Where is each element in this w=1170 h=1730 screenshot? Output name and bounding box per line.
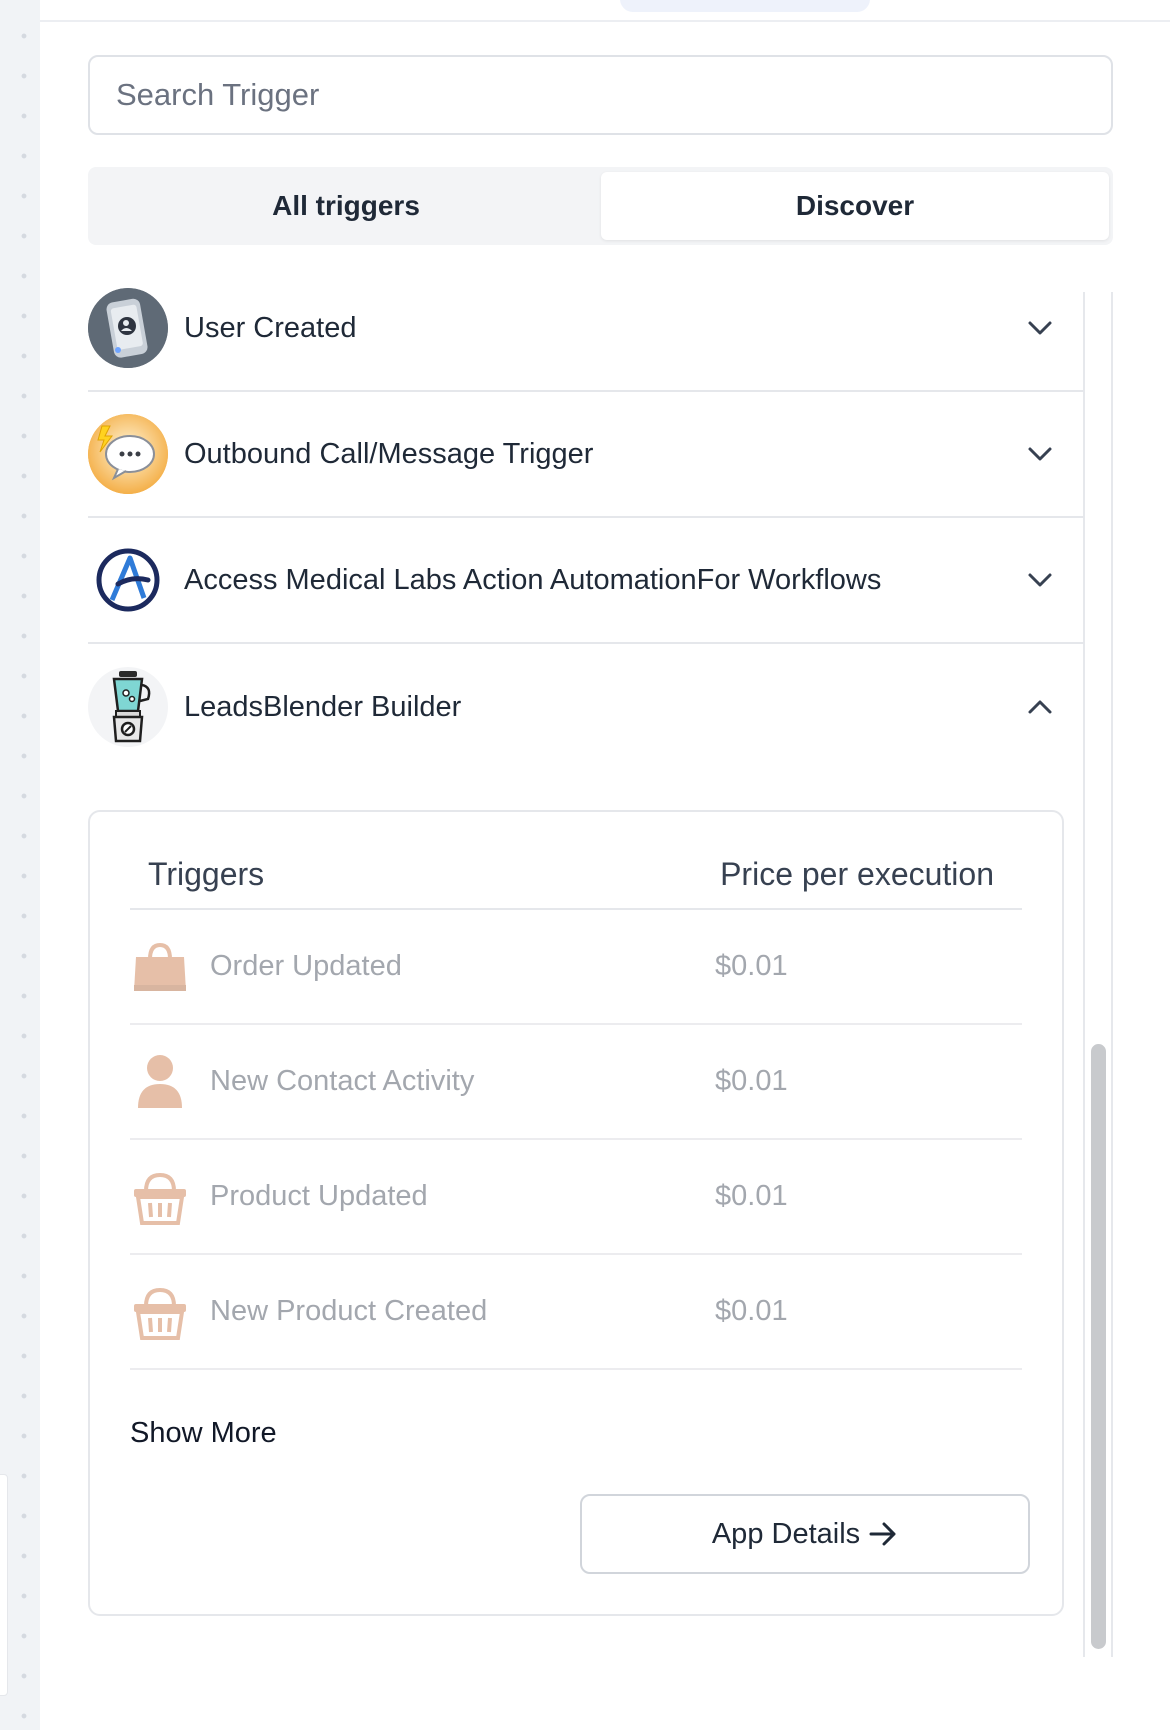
trigger-name: New Product Created (210, 1295, 488, 1327)
list-scrollbar-thumb[interactable] (1091, 1044, 1106, 1649)
chevron-down-icon[interactable] (1020, 560, 1060, 600)
shopping-bag-icon (134, 942, 186, 991)
column-header-price: Price per execution (720, 855, 994, 892)
list-scrollbar-track[interactable] (1083, 292, 1113, 1657)
arrow-right-icon (869, 1522, 896, 1546)
app-details-button[interactable]: App Details (580, 1494, 1030, 1574)
show-more-link[interactable]: Show More (130, 1417, 277, 1450)
chevron-down-icon[interactable] (1020, 308, 1060, 348)
canvas-node-card[interactable] (0, 1474, 8, 1696)
app-row-access-medical-labs[interactable]: Access Medical Labs Action AutomationFor… (88, 518, 1084, 644)
trigger-price: $0.01 (715, 1065, 788, 1097)
chat-bubble-lightning-logo (88, 414, 168, 494)
blender-logo (88, 667, 168, 747)
app-trigger-details-card: Triggers Price per execution Order Updat… (88, 810, 1064, 1616)
top-bar-tab[interactable] (620, 0, 870, 12)
basket-icon (134, 1287, 186, 1340)
app-name: Outbound Call/Message Trigger (184, 437, 594, 470)
app-row-outbound-call-message[interactable]: Outbound Call/Message Trigger (88, 392, 1084, 518)
search-trigger-input[interactable] (88, 55, 1113, 135)
trigger-tabs: All triggers Discover (88, 167, 1113, 245)
phone-user-logo (88, 288, 168, 368)
trigger-row-new-product-created[interactable]: New Product Created $0.01 (130, 1255, 1022, 1370)
trigger-name: Order Updated (210, 950, 402, 982)
triggers-table-header: Triggers Price per execution (130, 840, 1022, 910)
basket-icon (134, 1172, 186, 1225)
trigger-name: New Contact Activity (210, 1065, 475, 1097)
app-row-user-created[interactable]: User Created (88, 266, 1084, 392)
person-icon (138, 1054, 182, 1108)
top-bar (40, 0, 1170, 22)
tab-discover[interactable]: Discover (601, 172, 1109, 240)
column-header-triggers: Triggers (148, 855, 265, 892)
app-row-leadsblender-builder[interactable]: LeadsBlender Builder (88, 644, 1084, 770)
letter-a-circle-logo (88, 540, 168, 620)
chevron-up-icon[interactable] (1020, 687, 1060, 727)
trigger-price: $0.01 (715, 1180, 788, 1212)
trigger-price: $0.01 (715, 1295, 788, 1327)
app-name: User Created (184, 311, 357, 344)
trigger-picker-panel: All triggers Discover User Created (40, 22, 1170, 1730)
app-name: Access Medical Labs Action AutomationFor… (184, 563, 882, 596)
chevron-down-icon[interactable] (1020, 434, 1060, 474)
trigger-row-product-updated[interactable]: Product Updated $0.01 (130, 1140, 1022, 1255)
trigger-row-new-contact-activity[interactable]: New Contact Activity $0.01 (130, 1025, 1022, 1140)
app-details-label: App Details (711, 1517, 861, 1550)
app-name: LeadsBlender Builder (184, 690, 462, 723)
trigger-row-order-updated[interactable]: Order Updated $0.01 (130, 910, 1022, 1025)
trigger-name: Product Updated (210, 1180, 428, 1212)
trigger-price: $0.01 (715, 950, 788, 982)
workflow-canvas-background (0, 0, 40, 1730)
tab-all-triggers[interactable]: All triggers (92, 172, 600, 240)
